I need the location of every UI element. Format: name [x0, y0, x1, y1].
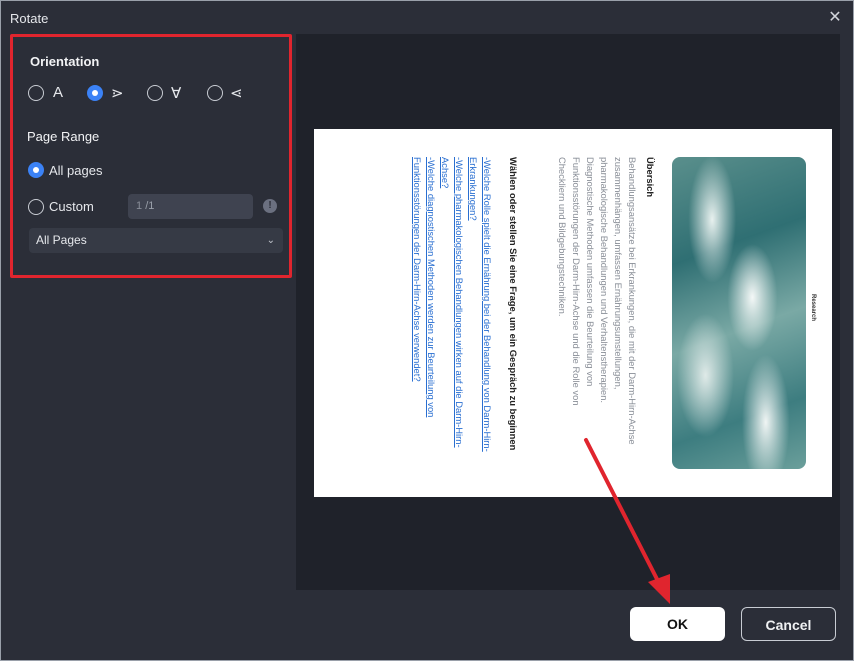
title-bar: Rotate ✕ — [1, 1, 853, 35]
page-preview: Research Übersich Behandlungsansätze bei… — [296, 34, 840, 590]
all-pages-label: All pages — [49, 163, 103, 178]
overview-line-4: Diagnostische Methoden umfassen die Beur… — [585, 157, 596, 387]
overview-line-1: Behandlungsansätze bei Erkrankungen, die… — [627, 157, 638, 445]
orientation-radio-90[interactable] — [87, 85, 103, 101]
overview-line-5: Funktionsstörungen der Darm-Hirn-Achse u… — [571, 157, 582, 406]
question-heading: Wählen oder stellen Sie eine Frage, um e… — [508, 157, 519, 451]
custom-range-value: 1 — [136, 200, 143, 212]
orientation-glyph-0: A — [53, 84, 64, 101]
question-link-2a[interactable]: -Welche pharmakologischen Behandlungen w… — [453, 157, 467, 448]
custom-range-total: /1 — [145, 200, 155, 212]
cancel-button[interactable]: Cancel — [741, 607, 836, 641]
info-icon: ! — [263, 199, 277, 213]
orientation-glyph-180: ∀ — [171, 85, 182, 102]
custom-range-input[interactable]: 1 /1 — [128, 194, 253, 219]
custom-label: Custom — [49, 199, 94, 214]
question-link-1b[interactable]: Erkrankungen? — [467, 157, 481, 221]
custom-radio[interactable] — [28, 199, 44, 215]
options-panel: Orientation A ⋗ ∀ ⋖ Page Range All pages… — [10, 34, 292, 278]
page-range-label: Page Range — [27, 129, 100, 144]
orientation-label: Orientation — [30, 54, 100, 69]
overview-line-6: Checkliern und Bildgebungstechniken. — [557, 157, 568, 317]
orientation-radio-270[interactable] — [207, 85, 223, 101]
preview-page: Research Übersich Behandlungsansätze bei… — [314, 129, 832, 497]
overview-line-2: zusammenhängen, umfassen Ernährungsumste… — [613, 157, 624, 390]
question-link-2b[interactable]: Achse? — [439, 157, 453, 188]
all-pages-radio[interactable] — [28, 162, 44, 178]
question-link-3a[interactable]: -Welche diagnostischen Methoden werden z… — [425, 157, 439, 417]
orientation-radio-0[interactable] — [28, 85, 44, 101]
orientation-glyph-90: ⋗ — [111, 85, 124, 102]
question-link-1a[interactable]: -Welche Rolle spielt die Ernährung bei d… — [481, 157, 495, 452]
overview-line-3: pharmakologische Behandlungen und Verhal… — [599, 157, 610, 404]
orientation-radio-180[interactable] — [147, 85, 163, 101]
orientation-glyph-270: ⋖ — [230, 85, 243, 102]
question-link-3b[interactable]: Funktionsstörungen der Darm-Hirn-Achse v… — [411, 157, 425, 382]
page-range-dropdown[interactable]: All Pages ⌄ — [29, 228, 283, 253]
dropdown-value: All Pages — [36, 233, 87, 247]
overview-title: Übersich — [645, 157, 656, 198]
ok-button[interactable]: OK — [630, 607, 725, 641]
photo-caption: Research — [810, 294, 816, 322]
preview-photo — [672, 157, 806, 469]
dialog-title: Rotate — [10, 11, 49, 26]
close-icon[interactable]: ✕ — [827, 10, 843, 26]
chevron-down-icon: ⌄ — [266, 235, 275, 246]
